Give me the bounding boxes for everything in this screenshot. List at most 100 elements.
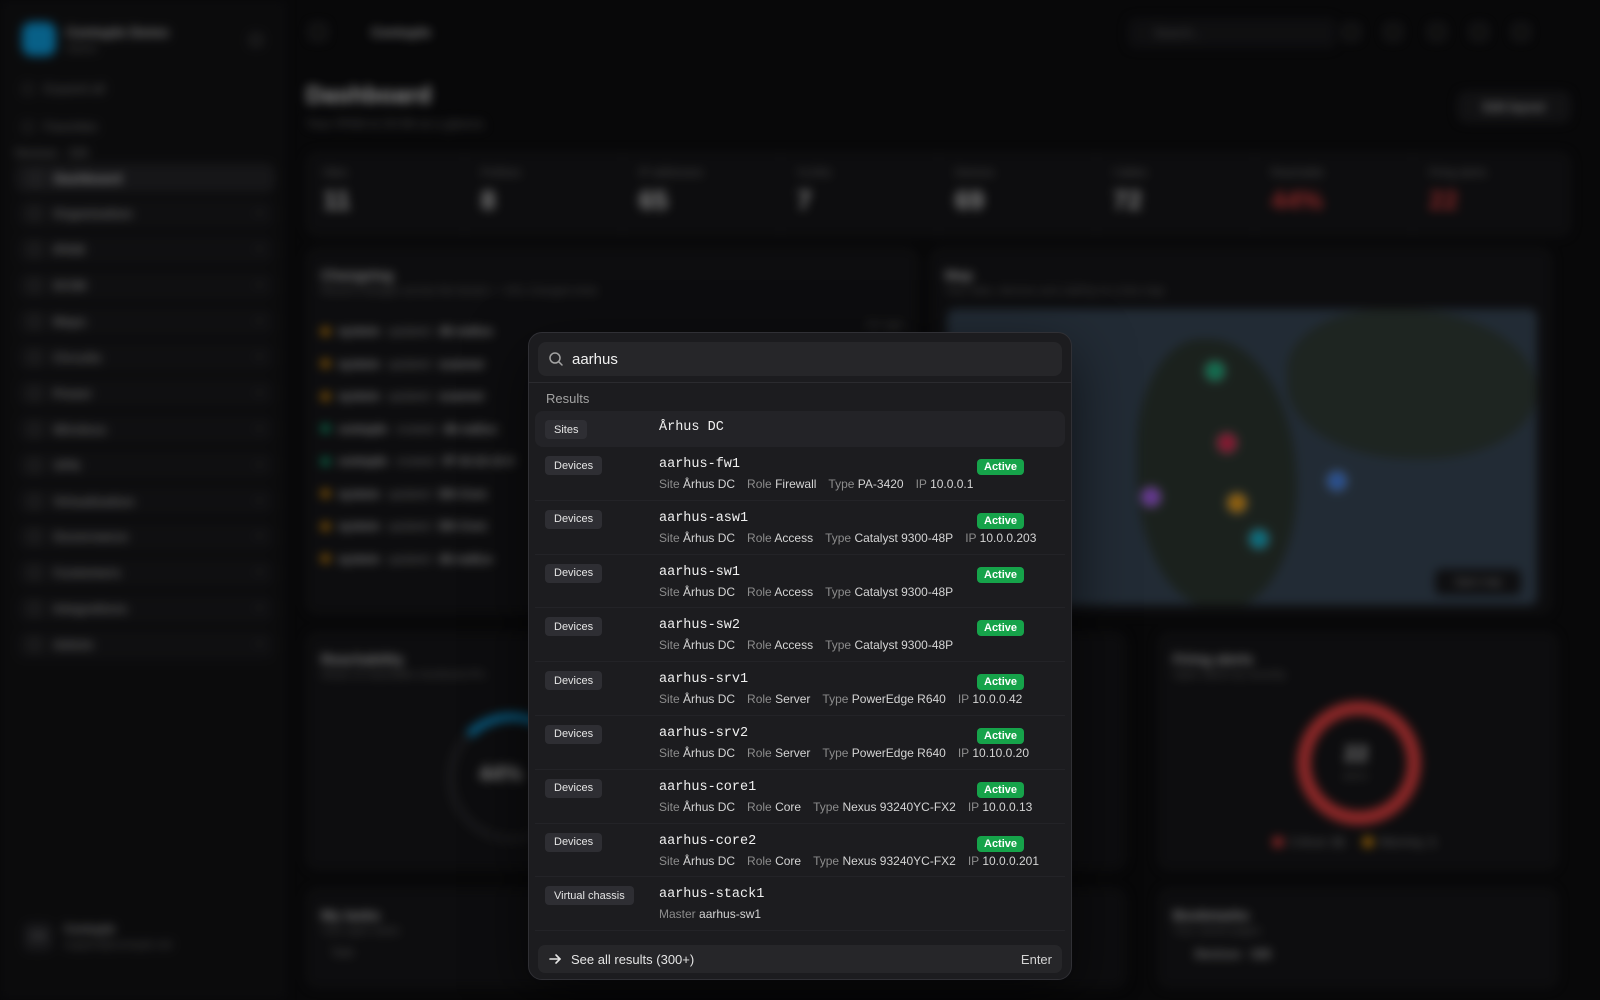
result-name: aarhus-core1 (659, 779, 757, 795)
meta-key: Site (659, 638, 680, 653)
meta-key: Role (747, 584, 772, 599)
status-badge: Active (977, 674, 1025, 691)
result-meta: Site Århus DC Role Core Type Nexus 93240YC… (659, 854, 1051, 868)
result-type-chip: Sites (545, 420, 588, 439)
meta-value: Core (775, 799, 802, 814)
meta-value: PA-3420 (857, 477, 904, 491)
result-meta: Site Århus DC Role Server Type PowerEdge R… (659, 692, 1034, 706)
search-result-item[interactable]: Devices aarhus-srv1 Active Site Århus DC Rol… (535, 662, 1065, 716)
meta-key: Role (747, 638, 772, 653)
meta-value: 10.10.0.20 (972, 745, 1030, 760)
result-meta: Master aarhus-sw1 (659, 907, 773, 921)
enter-shortcut-hint: Enter (1020, 951, 1052, 967)
palette-search-box[interactable] (538, 342, 1062, 376)
results-list: Sites Århus DC Devices aarhus-fw1 Active Site… (535, 411, 1065, 932)
meta-value: Catalyst 9300-48P (854, 530, 954, 545)
meta-key: Site (659, 584, 680, 599)
search-icon (549, 352, 563, 366)
meta-value: Firewall (775, 477, 817, 491)
meta-value: PowerEdge R640 (851, 692, 946, 707)
palette-search-input[interactable] (572, 350, 1042, 368)
meta-key: IP (915, 477, 927, 491)
result-type-chip: Devices (545, 617, 603, 637)
meta-key: Role (747, 530, 772, 545)
meta-value: Århus DC (683, 477, 736, 491)
meta-key: Role (747, 745, 772, 760)
results-heading: Results (546, 391, 590, 406)
search-result-item[interactable]: Devices aarhus-core1 Active Site Århus DC Ro… (535, 770, 1065, 824)
meta-key: Site (659, 692, 680, 707)
status-badge: Active (977, 835, 1025, 852)
meta-key: IP (967, 853, 979, 868)
status-badge: Active (977, 727, 1025, 744)
search-result-item[interactable]: Virtual chassis aarhus-stack1 Master aarhu… (535, 877, 1065, 932)
meta-value: 10.0.0.42 (972, 692, 1023, 707)
status-badge: Active (977, 459, 1025, 475)
command-palette: Results Sites Århus DC Devices aarhus-fw1 Ac… (528, 332, 1072, 980)
result-meta: Site Århus DC Role Core Type Nexus 93240YC… (659, 800, 1044, 814)
meta-key: Site (659, 477, 680, 491)
result-type-chip: Devices (545, 456, 603, 475)
meta-key: Type (828, 477, 855, 491)
search-result-item[interactable]: Devices aarhus-srv2 Active Site Århus DC Rol… (535, 716, 1065, 770)
meta-value: 10.0.0.1 (930, 477, 974, 491)
meta-key: Role (747, 477, 772, 491)
meta-value: Nexus 93240YC-FX2 (842, 799, 956, 814)
meta-value: Århus DC (683, 799, 736, 814)
meta-value: Access (774, 530, 814, 545)
meta-value: 10.0.0.201 (982, 853, 1040, 868)
meta-key: Type (825, 530, 852, 545)
see-all-results-button[interactable]: See all results (300+) Enter (538, 945, 1062, 973)
result-meta: Site Århus DC Role Access Type Catalyst 93… (659, 638, 965, 652)
result-type-chip: Devices (545, 509, 603, 529)
meta-key: Master (659, 907, 696, 922)
search-result-item[interactable]: Devices aarhus-sw1 Active Site Århus DC Role… (535, 555, 1065, 609)
meta-value: 10.0.0.203 (979, 530, 1037, 545)
meta-value: Århus DC (683, 530, 736, 545)
meta-key: IP (965, 530, 977, 545)
see-all-label: See all results (300+) (571, 951, 695, 967)
meta-key: Role (747, 799, 772, 814)
meta-value: Access (774, 638, 814, 653)
meta-key: IP (957, 692, 969, 707)
result-name: aarhus-sw1 (659, 564, 741, 580)
result-meta: Site Århus DC Role Server Type PowerEdge R… (659, 746, 1041, 760)
search-result-item[interactable]: Sites Århus DC (535, 411, 1065, 447)
meta-value: Århus DC (683, 638, 736, 653)
meta-value: Catalyst 9300-48P (854, 638, 954, 653)
status-badge: Active (977, 512, 1025, 529)
meta-value: Catalyst 9300-48P (854, 584, 954, 599)
search-result-item[interactable]: Devices aarhus-core2 Active Site Århus DC Ro… (535, 824, 1065, 878)
meta-key: Type (822, 745, 849, 760)
result-meta: Site Århus DC Role Firewall Type PA-3420 IP… (659, 477, 985, 491)
meta-key: Site (659, 799, 680, 814)
meta-value: aarhus-sw1 (699, 907, 762, 922)
meta-value: 10.0.0.13 (982, 799, 1033, 814)
result-type-chip: Devices (545, 671, 603, 691)
meta-value: Århus DC (683, 692, 736, 707)
search-result-item[interactable]: Devices aarhus-asw1 Active Site Århus DC Rol… (535, 501, 1065, 555)
meta-value: Access (774, 584, 814, 599)
meta-key: Site (659, 853, 680, 868)
result-name: aarhus-core2 (659, 833, 757, 849)
result-name: aarhus-sw2 (659, 618, 741, 634)
palette-divider (529, 382, 1071, 383)
result-name: aarhus-srv2 (659, 725, 749, 741)
result-name: aarhus-fw1 (659, 457, 741, 472)
meta-key: IP (957, 745, 969, 760)
status-badge: Active (977, 781, 1025, 798)
result-name: aarhus-srv1 (659, 672, 749, 688)
result-type-chip: Devices (545, 778, 603, 798)
meta-key: Type (813, 853, 840, 868)
search-result-item[interactable]: Devices aarhus-fw1 Active Site Århus DC Role… (535, 447, 1065, 501)
meta-key: Type (825, 584, 852, 599)
meta-key: IP (967, 799, 979, 814)
search-result-item[interactable]: Devices aarhus-sw2 Active Site Århus DC Role… (535, 608, 1065, 663)
result-type-chip: Devices (545, 832, 603, 852)
result-name: aarhus-asw1 (659, 510, 749, 526)
result-name: Århus DC (659, 420, 724, 435)
meta-value: Core (775, 853, 802, 868)
meta-value: Server (775, 692, 811, 707)
result-meta: Site Århus DC Role Access Type Catalyst 93… (659, 585, 965, 599)
status-badge: Active (977, 620, 1025, 637)
